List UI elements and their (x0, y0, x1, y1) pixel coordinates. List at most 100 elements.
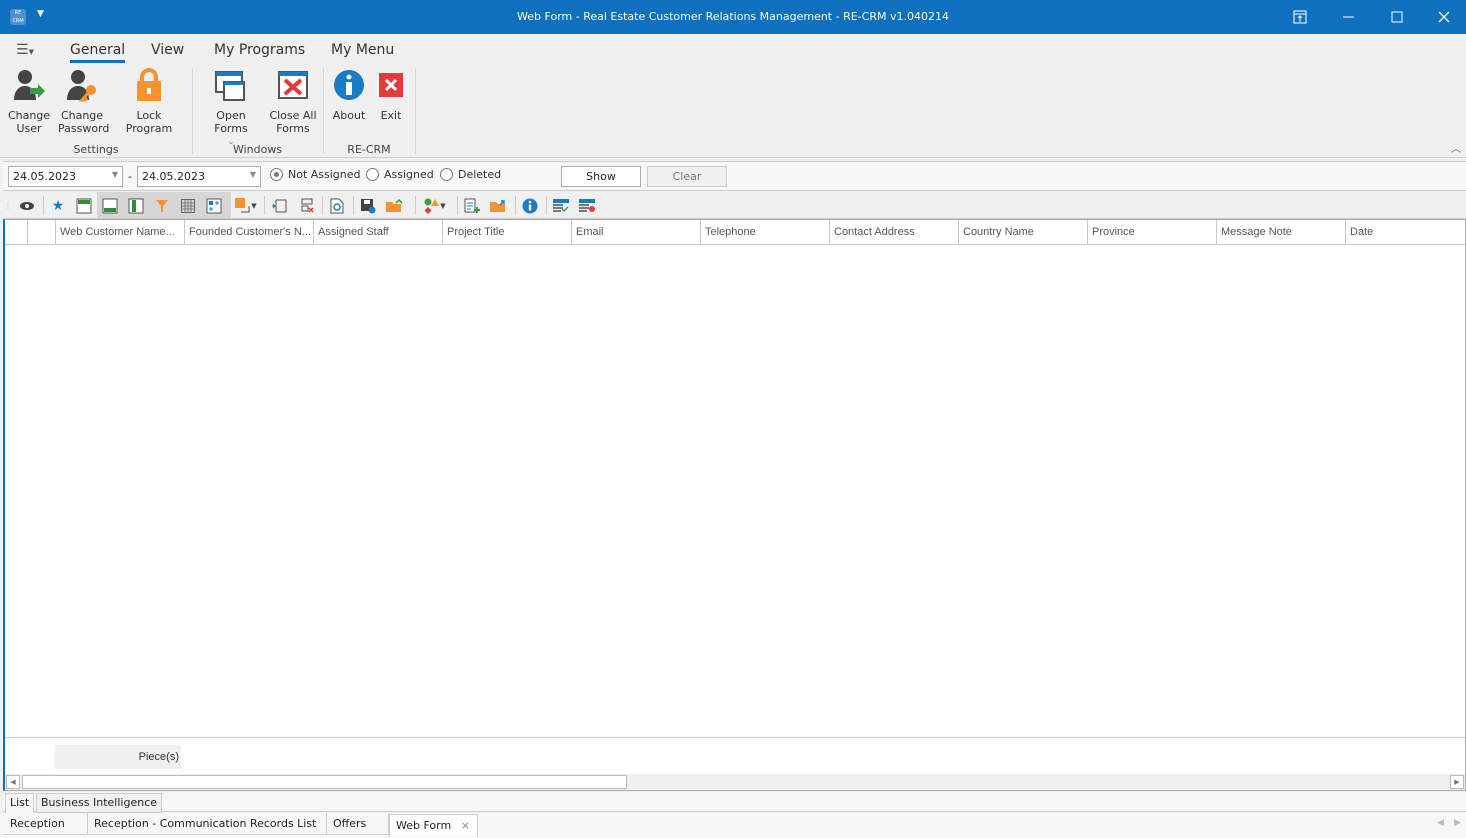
user-change-icon (14, 70, 45, 100)
tab-my-menu[interactable]: My Menu (331, 42, 394, 58)
close-button[interactable] (1421, 0, 1466, 34)
collapse-ribbon-icon[interactable]: ︿ (1451, 140, 1461, 155)
doc-tab-offers[interactable]: Offers (327, 813, 389, 835)
print-preview-icon[interactable] (326, 195, 348, 216)
column-header[interactable]: Province (1087, 220, 1216, 244)
scrollbar-thumb[interactable] (22, 775, 627, 789)
tab-my-programs[interactable]: My Programs (214, 42, 305, 58)
filter-bar: 24.05.2023 ▼ - 24.05.2023 ▼ Not Assigned A… (3, 161, 1466, 191)
doc-tab-reception[interactable]: Reception (4, 813, 88, 835)
column-header[interactable]: Message Note (1216, 220, 1345, 244)
show-button[interactable]: Show (561, 166, 641, 187)
maximize-button[interactable] (1374, 0, 1420, 34)
row-indicator-column[interactable] (27, 220, 55, 244)
tab-general[interactable]: General (70, 42, 126, 63)
approve-table-icon[interactable] (550, 195, 572, 216)
save-layout-icon[interactable] (357, 195, 379, 216)
side-panel-icon[interactable] (125, 195, 147, 216)
column-header[interactable]: Telephone (700, 220, 829, 244)
radio-unchecked-icon[interactable] (366, 168, 379, 181)
close-tab-icon[interactable]: × (461, 815, 470, 837)
change-password-button[interactable]: Change Password (58, 68, 109, 135)
date-from-field[interactable]: 24.05.2023 ▼ (8, 166, 123, 187)
footer-panel-icon[interactable] (99, 195, 121, 216)
export-folder-icon[interactable] (487, 195, 509, 216)
reject-table-icon[interactable] (576, 195, 598, 216)
user-key-icon (67, 70, 96, 102)
column-header[interactable]: Project Title (442, 220, 571, 244)
shape-color-icon (235, 197, 250, 212)
chevron-down-icon[interactable]: ▼ (112, 170, 118, 179)
column-header[interactable]: Contact Address (829, 220, 958, 244)
grid-toolbar: ⋮ ★ ▼ ▼ (3, 192, 1466, 219)
group-separator (415, 68, 416, 154)
doc-tab-communication-records[interactable]: Reception - Communication Records List (88, 813, 327, 835)
group-label-settings: Settings (73, 143, 119, 156)
color-dropdown-button[interactable]: ▼ (232, 195, 260, 216)
favorite-star-icon[interactable]: ★ (47, 195, 69, 216)
auto-size-icon[interactable] (203, 195, 225, 216)
radio-assigned[interactable]: Assigned (366, 168, 434, 181)
radio-checked-icon[interactable] (270, 168, 283, 181)
exit-button[interactable]: Exit (374, 68, 408, 122)
toolbar-grip-icon[interactable]: ⋮ (4, 195, 12, 216)
scroll-right-icon[interactable]: ▶ (1450, 775, 1464, 789)
tab-view[interactable]: View (151, 42, 184, 58)
tabs-scroll-left-icon[interactable]: ◀ (1437, 818, 1444, 828)
minimize-button[interactable] (1326, 0, 1372, 34)
radio-not-assigned[interactable]: Not Assigned (270, 168, 361, 181)
change-user-button[interactable]: Change User (6, 68, 52, 135)
group-label-windows: Windows (232, 143, 283, 156)
doc-tab-web-form[interactable]: Web Form × (389, 814, 478, 837)
toolbar-separator (353, 196, 354, 215)
restore-layout-button[interactable] (1277, 0, 1323, 34)
date-to-field[interactable]: 24.05.2023 ▼ (137, 166, 261, 187)
column-header[interactable]: Founded Customer's N... (184, 220, 313, 244)
remove-rows-icon[interactable] (295, 195, 317, 216)
doc-tab-label: Web Form (396, 819, 452, 832)
radio-deleted[interactable]: Deleted (440, 168, 501, 181)
group-separator (323, 68, 324, 154)
tab-business-intelligence[interactable]: Business Intelligence (36, 793, 163, 813)
lock-icon (137, 68, 161, 101)
about-button[interactable]: About (330, 68, 368, 122)
application-menu-button[interactable]: ☰▼ (16, 42, 34, 58)
info-icon (334, 70, 364, 100)
maximize-icon (1391, 11, 1403, 23)
radio-label: Deleted (458, 168, 502, 181)
title-bar: RE CRM ▼ Web Form - Real Estate Customer… (0, 0, 1466, 34)
data-grid: Web Customer Name... Founded Customer's … (3, 219, 1466, 791)
date-range-separator: - (128, 170, 132, 183)
conditional-format-dropdown[interactable]: ▼ (421, 195, 449, 216)
info-icon[interactable] (519, 195, 541, 216)
scroll-left-icon[interactable]: ◀ (6, 775, 20, 789)
column-header[interactable]: Date (1345, 220, 1465, 244)
grid-header: Web Customer Name... Founded Customer's … (5, 220, 1465, 245)
chevron-down-icon[interactable]: ▼ (250, 170, 256, 179)
tab-list[interactable]: List (5, 793, 35, 813)
tabs-scroll-right-icon[interactable]: ▶ (1454, 818, 1461, 828)
document-tabs: Reception Reception - Communication Reco… (0, 813, 1466, 838)
add-record-icon[interactable] (461, 195, 483, 216)
horizontal-scrollbar[interactable]: ◀ ▶ (5, 774, 1465, 790)
clear-button[interactable]: Clear (647, 166, 727, 187)
column-header[interactable]: Assigned Staff (313, 220, 442, 244)
column-header[interactable]: Web Customer Name... (55, 220, 184, 244)
chevron-down-icon[interactable]: ▼ (251, 202, 256, 210)
grid-lines-icon[interactable] (177, 195, 199, 216)
window-title: Web Form - Real Estate Customer Relation… (517, 10, 949, 23)
radio-unchecked-icon[interactable] (440, 168, 453, 181)
group-separator (192, 68, 193, 154)
load-layout-icon[interactable] (383, 195, 405, 216)
eye-icon[interactable] (16, 195, 38, 216)
header-panel-icon[interactable] (73, 195, 95, 216)
open-forms-button[interactable]: Open Forms ⌄ (198, 68, 264, 148)
expand-rows-icon[interactable] (269, 195, 291, 216)
lock-program-label: Lock Program (125, 109, 173, 135)
close-all-forms-button[interactable]: Close All Forms (268, 68, 318, 135)
lock-program-button[interactable]: Lock Program (112, 68, 186, 135)
column-header[interactable]: Country Name (958, 220, 1087, 244)
column-header[interactable]: Email (571, 220, 700, 244)
chevron-down-icon[interactable]: ▼ (440, 202, 445, 210)
filter-icon[interactable] (151, 195, 173, 216)
